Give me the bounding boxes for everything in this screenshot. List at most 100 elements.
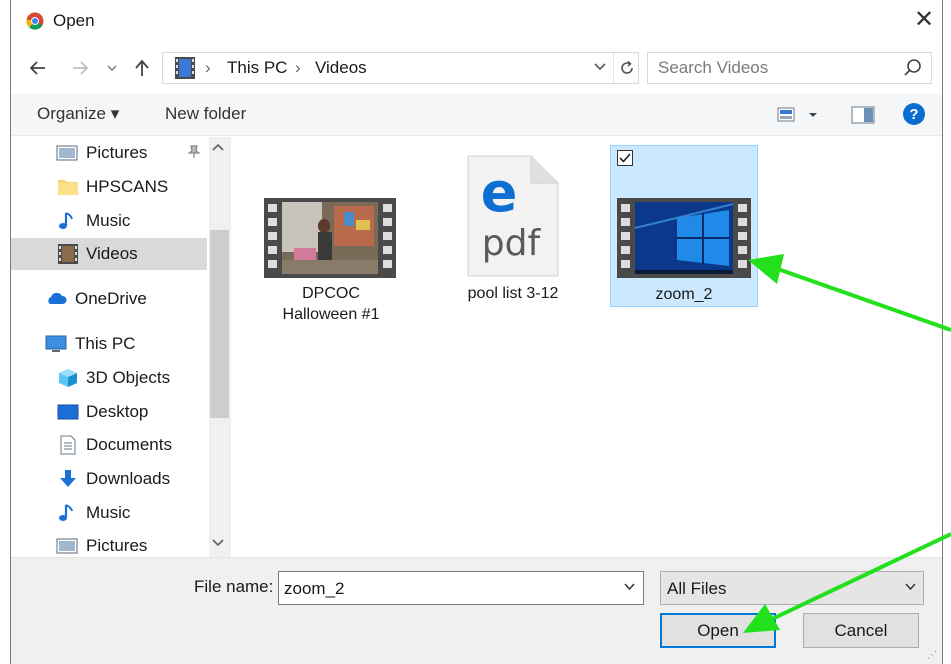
sidebar-item-videos[interactable]: Videos — [11, 238, 207, 270]
download-arrow-icon — [60, 470, 76, 487]
recent-locations-button[interactable] — [103, 54, 121, 82]
sidebar-item-hpscans[interactable]: HPSCANS — [11, 171, 207, 203]
scrollbar-thumb[interactable] — [210, 230, 229, 418]
title-bar: Open ✕ — [11, 0, 942, 42]
film-strip-icon — [175, 57, 195, 79]
check-icon — [619, 153, 631, 163]
chevron-down-icon[interactable] — [623, 580, 636, 596]
help-button[interactable]: ? — [902, 102, 926, 131]
arrow-right-icon — [73, 61, 89, 75]
scroll-down-icon[interactable] — [212, 537, 224, 551]
arrow-left-icon — [29, 61, 45, 75]
sidebar-item-downloads[interactable]: Downloads — [11, 463, 207, 495]
preview-pane-icon — [851, 106, 875, 124]
sidebar-item-3d-objects[interactable]: 3D Objects — [11, 362, 207, 394]
computer-icon — [45, 335, 67, 352]
resize-grip-icon[interactable]: ⋰ — [927, 650, 937, 661]
selection-checkbox[interactable] — [617, 150, 633, 166]
refresh-icon — [620, 60, 633, 74]
file-item-dpcoc-halloween[interactable]: DPCOC Halloween #1 — [260, 192, 402, 327]
background-left — [0, 0, 10, 664]
sidebar-item-label: HPSCANS — [86, 177, 169, 196]
view-icon — [777, 107, 817, 122]
file-name-input[interactable]: zoom_2 — [278, 571, 644, 605]
open-button[interactable]: Open — [660, 613, 776, 648]
sidebar-item-label: OneDrive — [75, 289, 147, 308]
cube-icon — [59, 369, 77, 387]
new-folder-button[interactable]: New folder — [165, 104, 246, 124]
preview-pane-button[interactable] — [851, 106, 875, 129]
change-view-button[interactable] — [777, 107, 817, 128]
search-box[interactable] — [647, 52, 932, 84]
breadcrumb-this-pc[interactable]: This PC — [227, 58, 287, 78]
pdf-file-icon: e pdf — [467, 155, 559, 277]
arrow-up-icon — [135, 59, 149, 76]
file-item-pool-list[interactable]: e pdf pool list 3-12 — [450, 151, 576, 311]
sidebar-item-label: Pictures — [86, 536, 148, 555]
window-title: Open — [53, 11, 95, 30]
sidebar-item-label: Pictures — [86, 143, 148, 162]
file-name-label: File name: — [194, 577, 274, 596]
search-input[interactable] — [648, 53, 898, 83]
pdf-icon-text: pdf — [482, 223, 542, 264]
sidebar-item-music[interactable]: Music — [11, 205, 207, 237]
file-name-value: zoom_2 — [284, 579, 345, 598]
cancel-button[interactable]: Cancel — [803, 613, 919, 648]
video-thumbnail-icon — [617, 198, 751, 278]
scroll-up-icon[interactable] — [212, 141, 224, 155]
close-button[interactable]: ✕ — [914, 8, 934, 32]
sidebar-item-label: Videos — [86, 244, 138, 263]
sidebar-item-desktop[interactable]: Desktop — [11, 396, 207, 428]
address-dropdown-icon[interactable] — [593, 59, 607, 76]
file-item-zoom-2[interactable]: zoom_2 — [610, 145, 758, 307]
file-name: DPCOC Halloween #1 — [282, 285, 380, 323]
cloud-icon — [48, 292, 67, 304]
music-note-icon — [59, 504, 73, 521]
sidebar-scrollbar[interactable] — [209, 137, 231, 557]
search-icon[interactable] — [902, 57, 924, 79]
file-name: zoom_2 — [655, 286, 713, 303]
sidebar-item-music-2[interactable]: Music — [11, 497, 207, 529]
up-button[interactable] — [129, 54, 155, 82]
sidebar-item-pictures[interactable]: Pictures — [11, 137, 207, 169]
file-type-select[interactable]: All Files — [660, 571, 924, 605]
desktop-icon — [57, 404, 79, 420]
svg-text:?: ? — [909, 106, 918, 123]
chrome-icon — [26, 12, 44, 30]
back-button[interactable] — [25, 54, 51, 82]
folder-icon — [58, 180, 78, 195]
breadcrumb-videos[interactable]: Videos — [315, 58, 367, 78]
sidebar-item-onedrive[interactable]: OneDrive — [11, 283, 207, 315]
chevron-down-icon — [107, 65, 117, 72]
pictures-folder-icon — [56, 538, 78, 554]
sidebar-item-label: Desktop — [86, 402, 149, 421]
help-icon: ? — [903, 103, 925, 125]
breadcrumb-separator-icon: › — [295, 58, 301, 77]
sidebar-item-label: Documents — [86, 435, 172, 454]
refresh-button[interactable] — [613, 53, 639, 83]
forward-button[interactable] — [67, 54, 93, 82]
command-bar: Organize ▾ New folder ? — [11, 94, 942, 136]
file-name: pool list 3-12 — [467, 285, 559, 302]
sidebar-item-label: 3D Objects — [86, 368, 171, 387]
sidebar-item-label: Downloads — [86, 469, 171, 488]
sidebar-item-label: Music — [86, 211, 131, 230]
pin-icon — [187, 145, 201, 162]
sidebar-item-pictures-2[interactable]: Pictures — [11, 530, 207, 557]
address-bar[interactable]: › This PC › Videos — [162, 52, 639, 84]
sidebar-item-documents[interactable]: Documents — [11, 429, 207, 461]
sidebar-item-this-pc[interactable]: This PC — [11, 328, 207, 360]
organize-menu[interactable]: Organize ▾ — [37, 104, 119, 124]
document-icon — [60, 435, 76, 455]
film-strip-icon — [58, 244, 78, 264]
chevron-down-icon — [904, 580, 917, 596]
pictures-folder-icon — [56, 145, 78, 161]
video-thumbnail-icon — [264, 198, 396, 278]
sidebar-item-label: This PC — [75, 334, 136, 353]
file-type-value: All Files — [667, 579, 727, 598]
open-file-dialog: Open ✕ › This PC › Videos Search Videos … — [10, 0, 943, 664]
breadcrumb-separator-icon: › — [205, 58, 211, 77]
footer-bar: File name: zoom_2 All Files Open Cancel … — [11, 557, 942, 664]
svg-text:e: e — [481, 161, 518, 224]
file-list: DPCOC Halloween #1 e pdf pool list 3-12 — [232, 137, 942, 557]
